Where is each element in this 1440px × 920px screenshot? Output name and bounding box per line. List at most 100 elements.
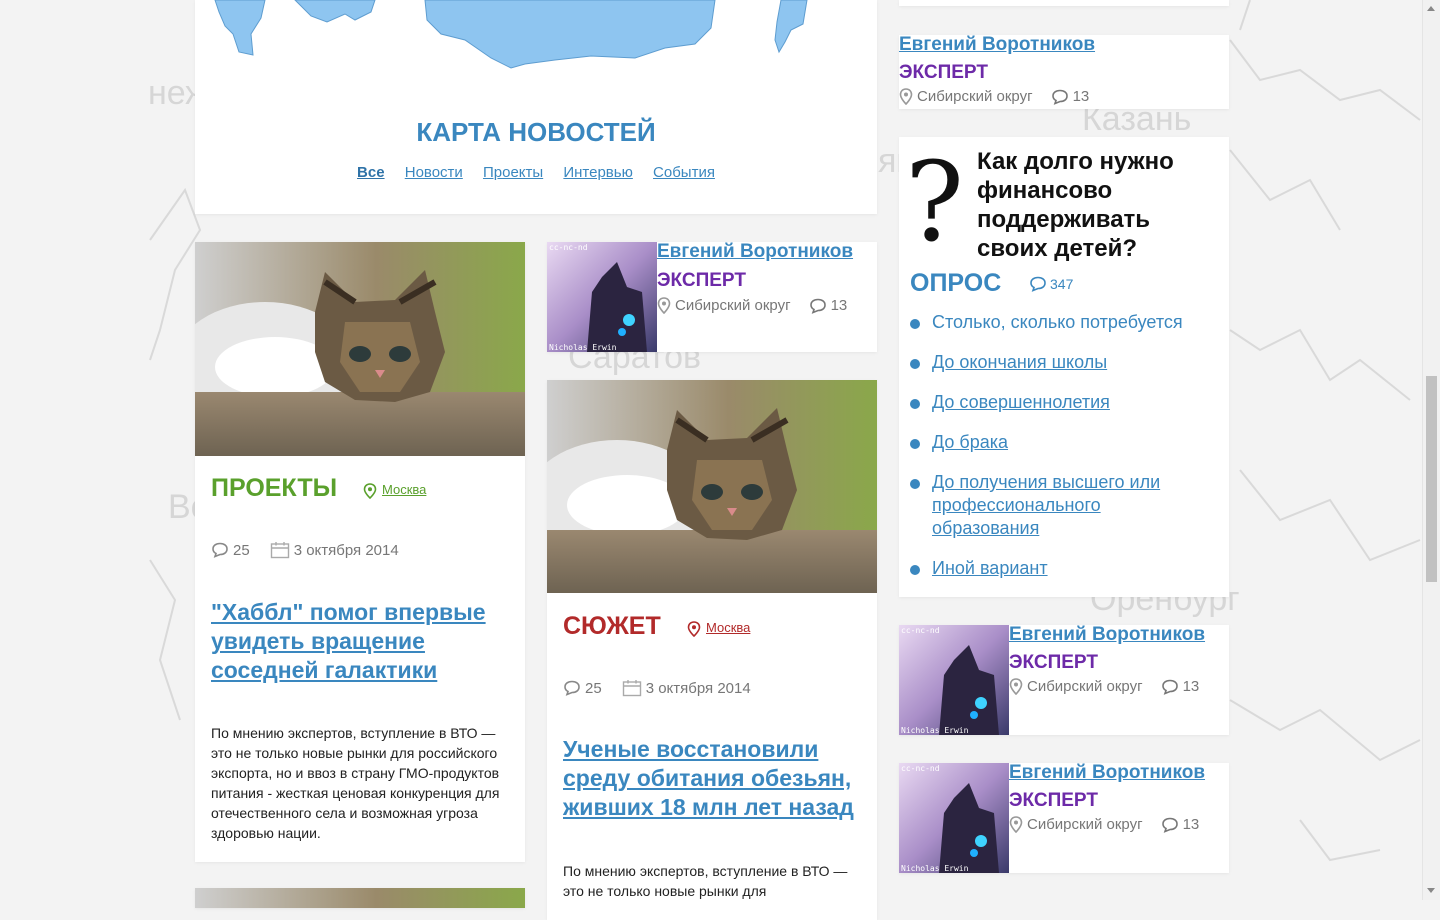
thumb-caption-top: cc-nc-nd (549, 243, 588, 252)
expert-role: ЭКСПЕРТ (1009, 790, 1098, 811)
expert-comment-count: 13 (1182, 678, 1200, 695)
article-date: 3 октября 2014 (645, 679, 751, 697)
vertical-scrollbar[interactable] (1422, 0, 1440, 900)
article-location-label: Москва (382, 482, 427, 497)
article-meta: 25 3 октября 2014 (563, 679, 751, 697)
news-map-title: КАРТА НОВОСТЕЙ (416, 117, 656, 147)
poll-option[interactable]: До совершеннолетия (910, 391, 1210, 414)
poll-options: Столько, сколько потребуется До окончани… (910, 311, 1210, 597)
poll-option-label: Столько, сколько потребуется (932, 312, 1183, 332)
filter-events[interactable]: События (653, 164, 715, 181)
poll-comments[interactable]: 347 (1029, 276, 1073, 292)
article-headline[interactable]: Ученые восстановили среду обитания обезь… (563, 735, 863, 822)
comment-icon (1051, 89, 1068, 105)
location-pin-icon (687, 620, 701, 637)
expert-region: Сибирский округ (675, 297, 791, 314)
expert-card: cc-nc-nd Nicholas Erwin Евгений Воротник… (899, 625, 1229, 735)
poll-option[interactable]: Иной вариант (910, 557, 1210, 580)
comment-icon (564, 680, 580, 696)
article-tag: СЮЖЕТ (563, 612, 661, 640)
poll-card: ? Как долго нужно финансово поддерживать… (899, 137, 1229, 597)
thumb-caption-top: cc-nc-nd (901, 764, 940, 773)
thumb-caption-top: cc-nc-nd (901, 626, 940, 635)
poll-option-label: До брака (932, 432, 1009, 452)
poll-comment-count: 347 (1050, 276, 1074, 292)
comment-icon (809, 298, 826, 314)
location-pin-icon (1009, 678, 1023, 695)
expert-photo[interactable]: cc-nc-nd Nicholas Erwin (899, 625, 1009, 735)
article-card-next (195, 888, 525, 908)
expert-card: Евгений Воротников ЭКСПЕРТ Сибирский окр… (899, 35, 1229, 109)
card-top-fragment (899, 0, 1229, 6)
expert-meta: Сибирский округ 13 (1009, 678, 1199, 695)
scroll-up-arrow-icon[interactable] (1427, 6, 1435, 11)
article-excerpt: По мнению экспертов, вступление в ВТО — … (563, 863, 848, 899)
bullet-icon (910, 359, 920, 369)
expert-region: Сибирский округ (1027, 678, 1143, 695)
news-map-filters: Все Новости Проекты Интервью События (195, 164, 877, 181)
expert-name[interactable]: Евгений Воротников (1009, 763, 1205, 784)
question-mark-icon: ? (905, 138, 964, 266)
comment-icon (1161, 817, 1178, 833)
filter-projects[interactable]: Проекты (483, 164, 543, 181)
news-map-card: КАРТА НОВОСТЕЙ Все Новости Проекты Интер… (195, 0, 877, 214)
article-comment-count: 25 (233, 541, 250, 559)
article-location-label: Москва (706, 620, 751, 635)
article-image[interactable] (195, 242, 525, 456)
expert-role: ЭКСПЕРТ (1009, 652, 1098, 673)
article-location[interactable]: Москва (687, 620, 750, 637)
poll-option[interactable]: Столько, сколько потребуется (910, 311, 1210, 334)
calendar-icon (622, 680, 641, 697)
bullet-icon (910, 399, 920, 409)
article-tag: ПРОЕКТЫ (211, 474, 338, 502)
article-location[interactable]: Москва (363, 482, 426, 499)
comment-icon (1161, 679, 1178, 695)
thumb-caption-bottom: Nicholas Erwin (901, 864, 969, 873)
poll-option[interactable]: До брака (910, 431, 1210, 454)
expert-photo[interactable]: cc-nc-nd Nicholas Erwin (547, 242, 657, 352)
expert-role: ЭКСПЕРТ (899, 62, 988, 83)
location-pin-icon (899, 88, 913, 105)
location-pin-icon (363, 482, 377, 499)
article-meta: 25 3 октября 2014 (211, 541, 399, 559)
article-image[interactable] (547, 380, 877, 593)
poll-option[interactable]: До окончания школы (910, 351, 1210, 374)
expert-meta: Сибирский округ 13 (657, 297, 847, 314)
expert-role: ЭКСПЕРТ (657, 270, 746, 291)
poll-tag: ОПРОС (910, 269, 1002, 297)
filter-news[interactable]: Новости (405, 164, 463, 181)
article-date: 3 октября 2014 (293, 541, 399, 559)
article-image[interactable] (195, 888, 525, 908)
bullet-icon (910, 565, 920, 575)
comment-icon (212, 542, 228, 558)
thumb-caption-bottom: Nicholas Erwin (549, 343, 617, 352)
article-card-projects: ПРОЕКТЫ Москва 25 3 октября 2014 "Хаббл"… (195, 242, 525, 862)
article-headline[interactable]: "Хаббл" помог впервые увидеть вращение с… (211, 598, 511, 685)
poll-option-label: Иной вариант (932, 558, 1048, 578)
poll-option-label: До получения высшего или профессионально… (932, 472, 1161, 538)
expert-card: cc-nc-nd Nicholas Erwin Евгений Воротник… (899, 763, 1229, 873)
thumb-caption-bottom: Nicholas Erwin (901, 726, 969, 735)
scrollbar-thumb[interactable] (1426, 376, 1437, 582)
bullet-icon (910, 439, 920, 449)
expert-comment-count: 13 (1072, 88, 1090, 105)
scroll-down-arrow-icon[interactable] (1427, 888, 1435, 893)
bullet-icon (910, 479, 920, 489)
expert-comment-count: 13 (1182, 816, 1200, 833)
comment-icon (1030, 276, 1046, 292)
poll-option[interactable]: До получения высшего или профессионально… (910, 471, 1210, 540)
article-comment-count: 25 (585, 679, 602, 697)
filter-all[interactable]: Все (357, 164, 385, 181)
expert-name[interactable]: Евгений Воротников (899, 35, 1095, 56)
expert-name[interactable]: Евгений Воротников (1009, 625, 1205, 646)
expert-meta: Сибирский округ 13 (1009, 816, 1199, 833)
poll-option-label: До окончания школы (932, 352, 1108, 372)
russia-map[interactable] (195, 0, 877, 80)
calendar-icon (270, 542, 289, 559)
expert-name[interactable]: Евгений Воротников (657, 242, 853, 263)
filter-interviews[interactable]: Интервью (563, 164, 633, 181)
location-pin-icon (1009, 816, 1023, 833)
expert-region: Сибирский округ (917, 88, 1033, 105)
poll-option-label: До совершеннолетия (932, 392, 1110, 412)
expert-photo[interactable]: cc-nc-nd Nicholas Erwin (899, 763, 1009, 873)
